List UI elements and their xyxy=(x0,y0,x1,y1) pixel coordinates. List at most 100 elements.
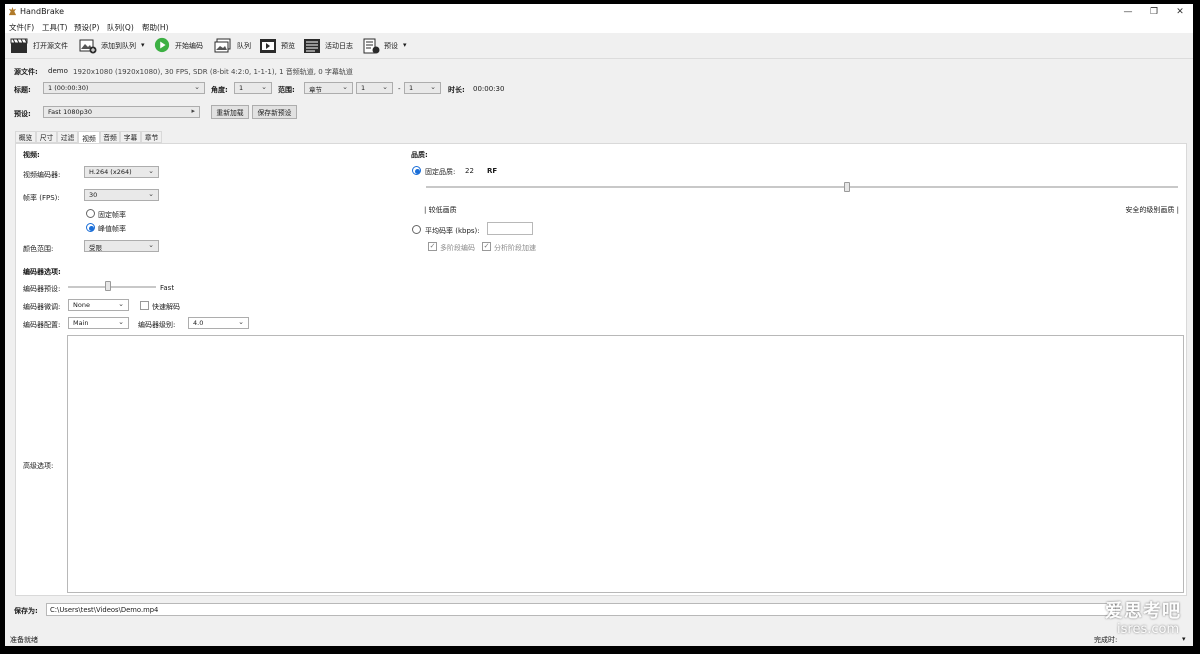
maximize-button[interactable]: ❐ xyxy=(1141,4,1167,20)
turbo-first-pass-checkbox[interactable]: ✓ xyxy=(482,242,491,251)
queue-button[interactable]: 队列 xyxy=(212,33,256,59)
range-label: 范围: xyxy=(278,86,295,94)
quality-slider-thumb[interactable] xyxy=(844,182,851,192)
preset-select-value: Fast 1080p30 xyxy=(48,108,93,116)
watermark-url: isres.com xyxy=(1117,622,1180,637)
framerate-select[interactable]: 30 ⌄ xyxy=(84,189,159,201)
status-bar: 准备就绪 完成时: ▾ xyxy=(5,632,1193,646)
chevron-down-icon: ⌄ xyxy=(382,83,388,91)
constant-quality-radio[interactable] xyxy=(412,166,421,175)
source-info: 1920x1080 (1920x1080), 30 FPS, SDR (8-bi… xyxy=(73,68,353,76)
tab-chapters[interactable]: 章节 xyxy=(141,131,162,143)
open-source-label: 打开源文件 xyxy=(33,42,68,50)
reload-preset-button[interactable]: 重新加载 xyxy=(211,105,249,119)
range-dash: - xyxy=(398,85,401,93)
title-select-value: 1 (00:00:30) xyxy=(48,84,89,92)
activity-log-icon xyxy=(304,39,320,53)
activity-log-button[interactable]: 活动日志 xyxy=(302,33,358,59)
encoder-profile-select[interactable]: Main ⌄ xyxy=(68,317,129,329)
open-source-button[interactable]: 打开源文件 xyxy=(8,33,74,59)
presets-dropdown-icon[interactable]: ▾ xyxy=(403,41,407,49)
fast-decode-checkbox[interactable] xyxy=(140,301,149,310)
angle-select[interactable]: 1 ⌄ xyxy=(234,82,272,94)
encoder-level-select[interactable]: 4.0 ⌄ xyxy=(188,317,249,329)
encoder-preset-slider-thumb[interactable] xyxy=(104,281,111,291)
encoder-tune-label: 编码器微调: xyxy=(23,303,61,311)
range-type-select[interactable]: 章节 ⌄ xyxy=(304,82,353,94)
avg-bitrate-radio[interactable] xyxy=(412,225,421,234)
video-encoder-value: H.264 (x264) xyxy=(89,168,132,176)
chevron-down-icon: ⌄ xyxy=(238,318,244,326)
save-new-preset-button[interactable]: 保存新预设 xyxy=(252,105,297,119)
presets-button[interactable]: 预设 ▾ xyxy=(361,33,411,59)
save-path-input[interactable]: C:\Users\test\Videos\Demo.mp4 xyxy=(46,603,1116,616)
when-done-label[interactable]: 完成时: xyxy=(1094,635,1117,645)
color-range-select[interactable]: 受限 ⌄ xyxy=(84,240,159,252)
range-start-select[interactable]: 1 ⌄ xyxy=(356,82,393,94)
avg-bitrate-input[interactable] xyxy=(487,222,533,235)
source-label: 源文件: xyxy=(14,68,38,76)
multipass-checkbox[interactable]: ✓ xyxy=(428,242,437,251)
constant-quality-label: 固定品质: xyxy=(425,168,456,176)
title-select[interactable]: 1 (00:00:30) ⌄ xyxy=(43,82,205,94)
menu-presets[interactable]: 预设(P) xyxy=(74,22,99,33)
add-to-queue-button[interactable]: 添加到队列 ▾ xyxy=(77,33,151,59)
minimize-button[interactable]: — xyxy=(1115,4,1141,20)
tab-subtitles[interactable]: 字幕 xyxy=(120,131,141,143)
encoder-tune-select[interactable]: None ⌄ xyxy=(68,299,129,311)
when-done-dropdown-icon[interactable]: ▾ xyxy=(1182,635,1186,643)
queue-icon xyxy=(214,38,231,53)
close-button[interactable]: ✕ xyxy=(1167,4,1193,20)
advanced-options-textarea[interactable] xyxy=(67,335,1184,593)
tab-filters[interactable]: 过滤 xyxy=(57,131,78,143)
status-text: 准备就绪 xyxy=(10,636,38,644)
activity-log-label: 活动日志 xyxy=(325,42,353,50)
play-icon xyxy=(154,37,170,53)
color-range-value: 受限 xyxy=(89,244,102,252)
chevron-down-icon: ⌄ xyxy=(148,190,154,198)
range-type-value: 章节 xyxy=(309,86,322,94)
chevron-down-icon: ⌄ xyxy=(342,83,348,91)
framerate-label: 帧率 (FPS): xyxy=(23,194,60,202)
preset-select[interactable]: Fast 1080p30 ▸ xyxy=(43,106,200,118)
encoder-profile-label: 编码器配置: xyxy=(23,321,61,329)
framerate-value: 30 xyxy=(89,191,98,199)
chevron-right-icon: ▸ xyxy=(191,107,195,115)
menu-tools[interactable]: 工具(T) xyxy=(42,22,67,33)
quality-slider-track[interactable] xyxy=(426,186,1178,188)
advanced-options-label: 高级选项: xyxy=(23,462,54,470)
video-section-title: 视频: xyxy=(23,151,40,159)
tab-dimensions[interactable]: 尺寸 xyxy=(36,131,57,143)
fast-decode-label: 快速解码 xyxy=(152,303,180,311)
save-as-label: 保存为: xyxy=(14,607,38,615)
preview-button[interactable]: 预览 xyxy=(258,33,300,59)
quality-low-label: | 较低画质 xyxy=(424,206,457,214)
encoder-preset-slider-track[interactable] xyxy=(68,286,156,288)
chevron-down-icon: ⌄ xyxy=(148,241,154,249)
preset-label: 预设: xyxy=(14,110,31,118)
tab-audio[interactable]: 音频 xyxy=(100,131,120,143)
duration-value: 00:00:30 xyxy=(473,85,505,93)
preview-icon xyxy=(260,39,276,53)
menu-file[interactable]: 文件(F) xyxy=(9,22,34,33)
handbrake-window: HandBrake — ❐ ✕ 文件(F) 工具(T) 预设(P) 队列(Q) … xyxy=(5,4,1193,646)
add-to-queue-label: 添加到队列 xyxy=(101,42,136,50)
range-start-value: 1 xyxy=(361,84,366,92)
menu-queue[interactable]: 队列(Q) xyxy=(107,22,134,33)
add-queue-icon xyxy=(79,39,97,54)
peak-framerate-radio[interactable] xyxy=(86,223,95,232)
tab-summary[interactable]: 概览 xyxy=(15,131,36,143)
presets-icon xyxy=(363,38,380,54)
constant-framerate-label: 固定帧率 xyxy=(98,211,126,219)
start-encode-button[interactable]: 开始编码 xyxy=(153,33,207,59)
turbo-first-pass-label: 分析阶段加速 xyxy=(494,244,536,252)
video-encoder-select[interactable]: H.264 (x264) ⌄ xyxy=(84,166,159,178)
chevron-down-icon: ⌄ xyxy=(430,83,436,91)
add-queue-dropdown-icon[interactable]: ▾ xyxy=(141,41,145,49)
range-end-select[interactable]: 1 ⌄ xyxy=(404,82,441,94)
presets-label: 预设 xyxy=(384,42,398,50)
constant-framerate-radio[interactable] xyxy=(86,209,95,218)
encoder-level-value: 4.0 xyxy=(193,319,204,327)
menu-help[interactable]: 帮助(H) xyxy=(142,22,169,33)
handbrake-pineapple-icon xyxy=(8,7,17,16)
